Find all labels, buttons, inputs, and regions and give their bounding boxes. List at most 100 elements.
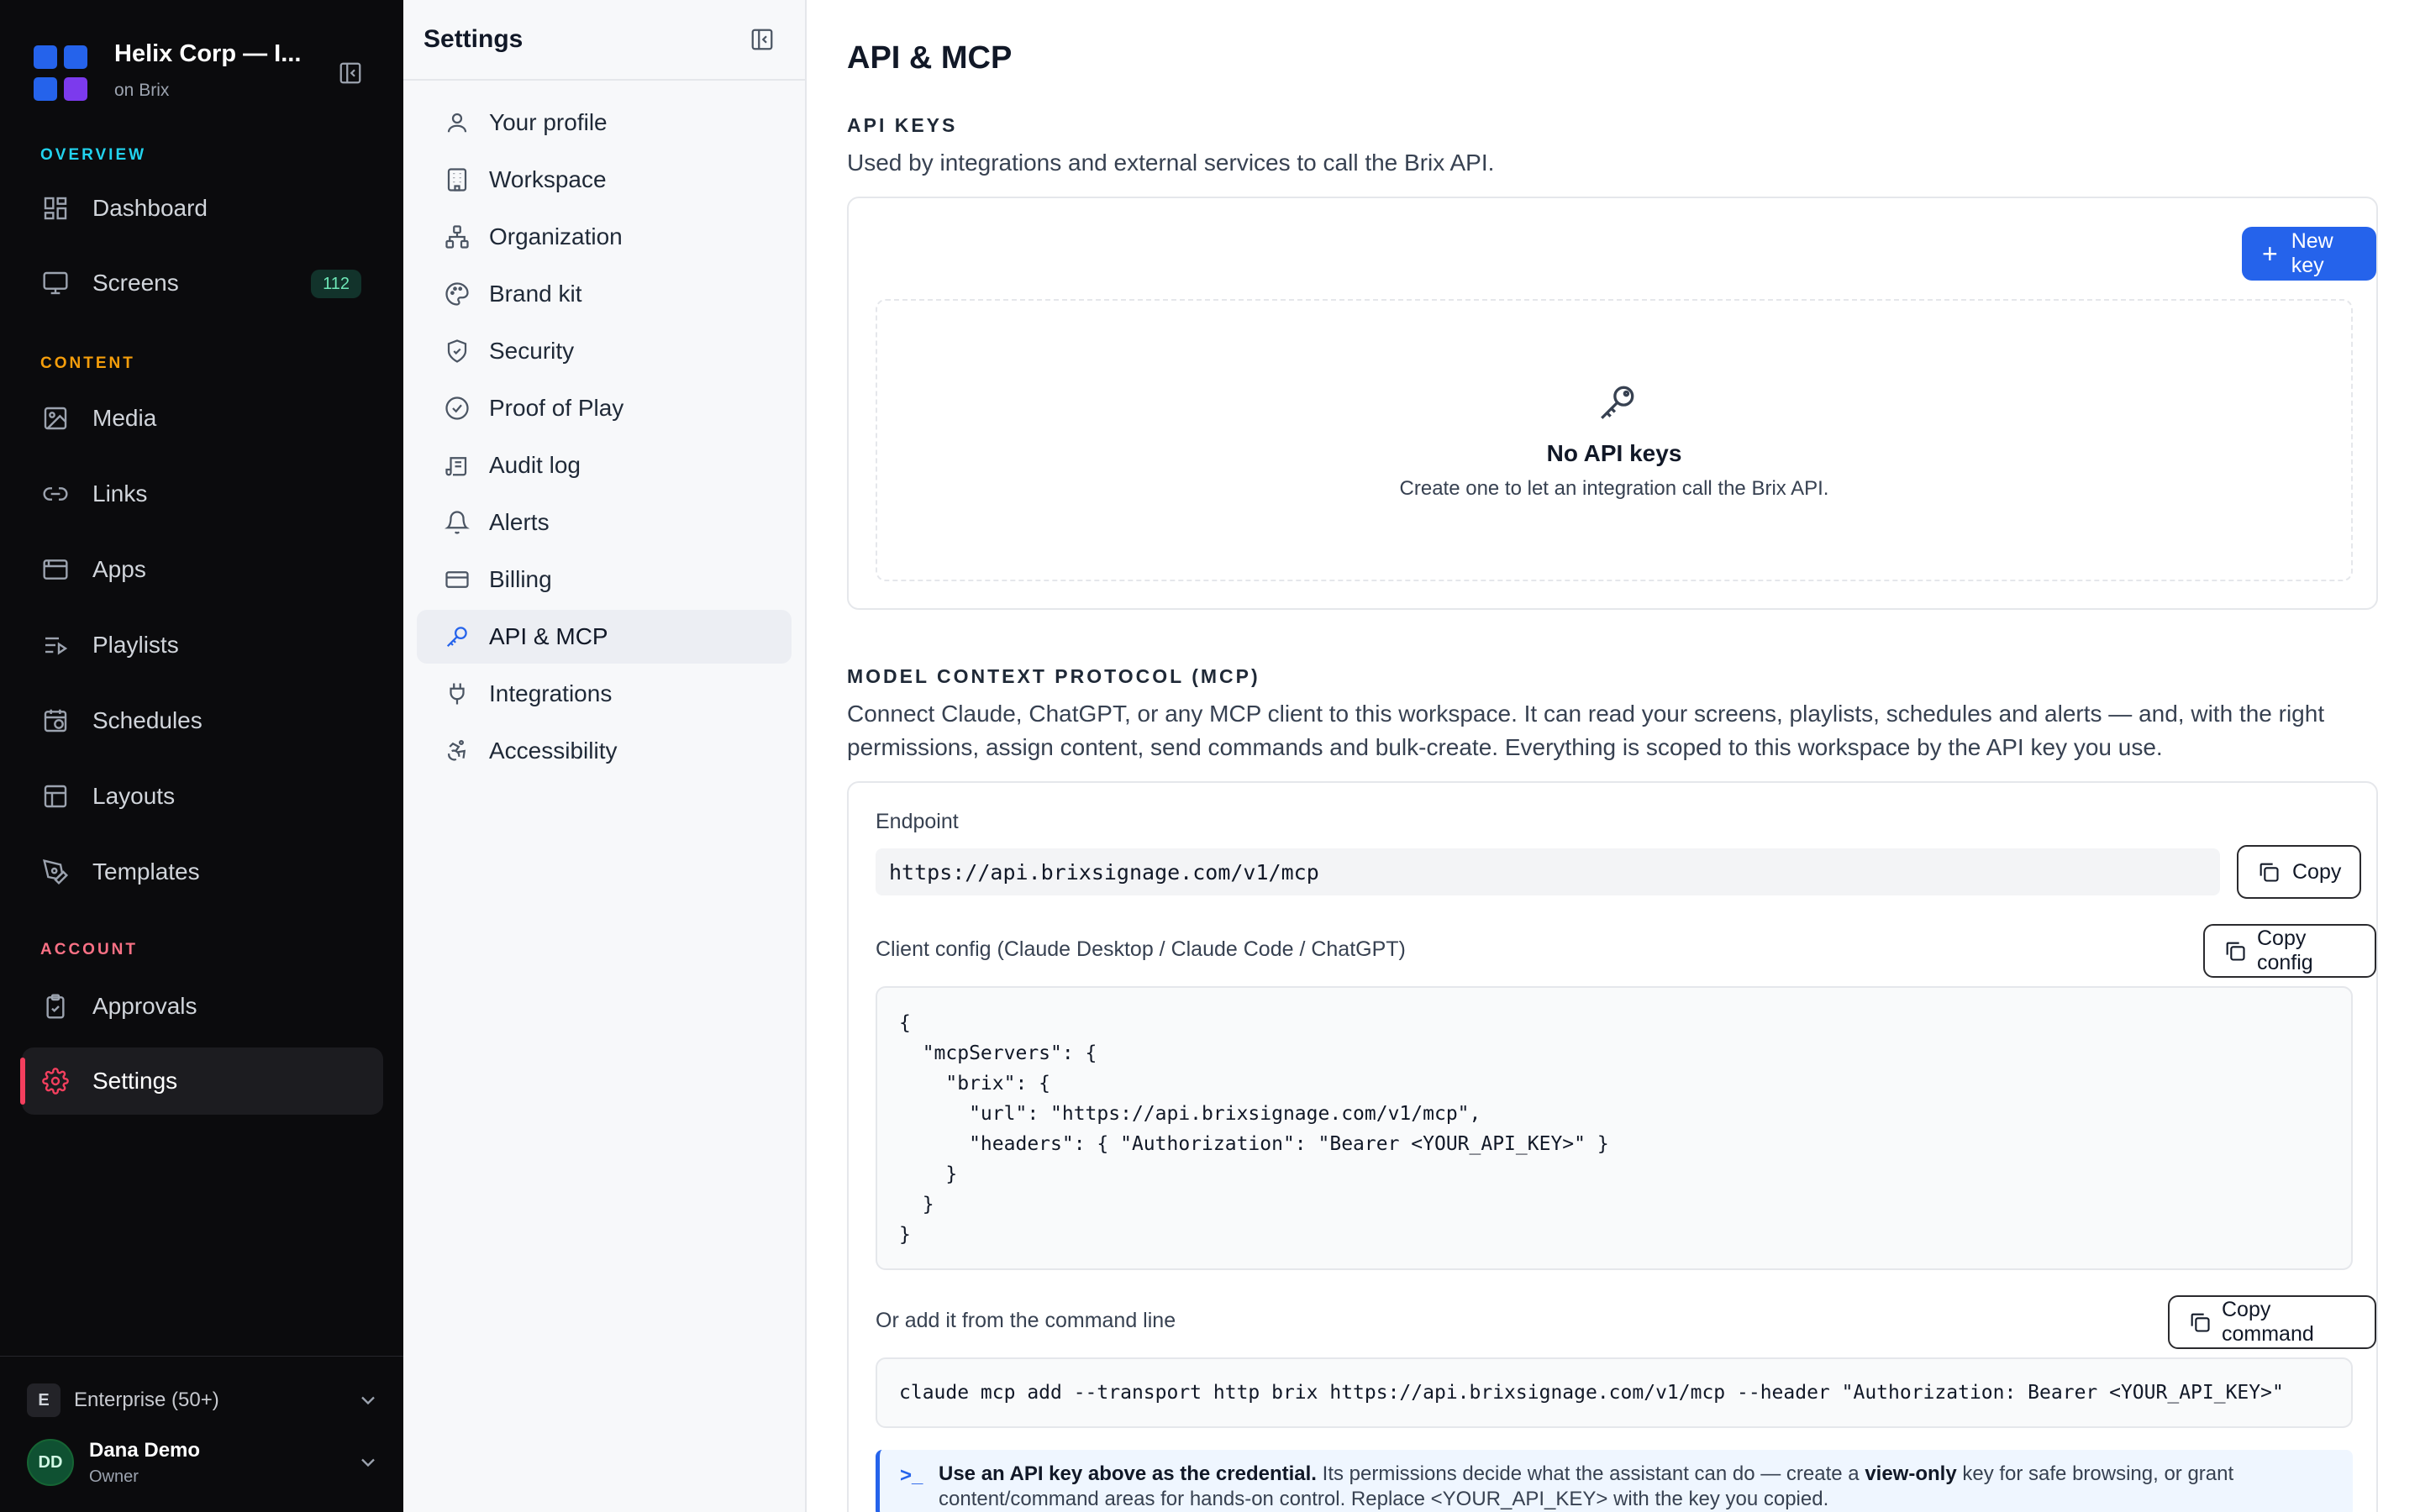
copy-config-label: Copy config xyxy=(2257,927,2313,974)
collapse-settings-icon[interactable] xyxy=(750,27,775,52)
nav-item-dashboard[interactable]: Dashboard xyxy=(22,175,383,242)
plug-icon xyxy=(444,680,471,707)
layout-icon xyxy=(40,781,71,811)
org-subtitle: on Brix xyxy=(114,81,170,100)
clipboard-check-icon xyxy=(40,991,71,1021)
nav-item-label: Approvals xyxy=(92,993,197,1019)
nav-item-label: Apps xyxy=(92,556,146,582)
settings-item-billing[interactable]: Billing xyxy=(417,553,792,606)
client-config-label: Client config (Claude Desktop / Claude C… xyxy=(876,937,1406,961)
collapse-sidebar-icon[interactable] xyxy=(338,60,363,86)
cli-label: Or add it from the command line xyxy=(876,1309,1176,1332)
nav-item-label: Layouts xyxy=(92,783,176,809)
dashboard-icon xyxy=(40,193,71,223)
settings-item-label: Alerts xyxy=(489,509,550,535)
client-config-code[interactable]: { "mcpServers": { "brix": { "url": "http… xyxy=(876,986,2353,1270)
settings-item-label: Billing xyxy=(489,566,552,592)
api-keys-card: + New key No API keys Create one to let … xyxy=(847,197,2378,610)
api-keys-heading: API KEYS xyxy=(847,114,958,136)
settings-item-workspace[interactable]: Workspace xyxy=(417,153,792,207)
copy-endpoint-button[interactable]: Copy xyxy=(2237,845,2362,899)
settings-item-your-profile[interactable]: Your profile xyxy=(417,96,792,150)
copy-icon xyxy=(2223,938,2247,963)
empty-state-subtitle: Create one to let an integration call th… xyxy=(1399,477,1829,500)
app-window-icon xyxy=(40,554,71,585)
settings-item-brand-kit[interactable]: Brand kit xyxy=(417,267,792,321)
link-icon xyxy=(40,479,71,509)
key-icon xyxy=(444,623,471,650)
settings-item-label: Workspace xyxy=(489,166,607,192)
credit-card-icon xyxy=(444,566,471,593)
nav-item-templates[interactable]: Templates xyxy=(22,838,383,906)
user-icon xyxy=(444,109,471,136)
settings-item-label: Accessibility xyxy=(489,738,618,764)
settings-item-proof-of-play[interactable]: Proof of Play xyxy=(417,381,792,435)
endpoint-field[interactable]: https://api.brixsignage.com/v1/mcp xyxy=(876,848,2220,895)
plan-switcher[interactable]: E Enterprise (50+) xyxy=(27,1382,380,1419)
nav-item-label: Settings xyxy=(92,1068,178,1094)
nav-item-media[interactable]: Media xyxy=(22,385,383,452)
copy-config-button[interactable]: Copy config xyxy=(2203,924,2376,978)
settings-item-label: Integrations xyxy=(489,680,613,706)
settings-item-security[interactable]: Security xyxy=(417,324,792,378)
chevron-down-icon xyxy=(356,1451,380,1474)
settings-item-audit-log[interactable]: Audit log xyxy=(417,438,792,492)
org-name: Helix Corp — I... xyxy=(114,40,302,67)
gear-icon xyxy=(40,1066,71,1096)
user-name: Dana Demo xyxy=(89,1439,201,1462)
copy-label: Copy xyxy=(2292,859,2342,884)
settings-item-label: Security xyxy=(489,338,575,364)
nav-item-approvals[interactable]: Approvals xyxy=(22,973,383,1040)
avatar: DD xyxy=(27,1439,74,1486)
cli-command-code[interactable]: claude mcp add --transport http brix htt… xyxy=(876,1357,2353,1428)
settings-item-label: Organization xyxy=(489,223,623,249)
main-content: API & MCP API KEYS Used by integrations … xyxy=(807,0,2420,1512)
api-keys-description: Used by integrations and external servic… xyxy=(847,150,1495,176)
section-content: CONTENT xyxy=(40,354,135,372)
settings-sidebar-header: Settings xyxy=(403,0,805,81)
copy-icon xyxy=(2257,859,2282,885)
bell-icon xyxy=(444,509,471,536)
scroll-icon xyxy=(444,452,471,479)
org-logo xyxy=(34,45,101,102)
empty-state-title: No API keys xyxy=(1546,440,1682,466)
settings-item-organization[interactable]: Organization xyxy=(417,210,792,264)
nav-item-settings[interactable]: Settings xyxy=(20,1047,383,1115)
settings-item-label: Audit log xyxy=(489,452,581,478)
nav-item-screens[interactable]: Screens 112 xyxy=(22,249,383,317)
org-switcher[interactable]: Helix Corp — I... on Brix xyxy=(34,37,370,106)
settings-item-label: Your profile xyxy=(489,109,608,135)
nav-item-label: Templates xyxy=(92,858,200,885)
user-menu[interactable]: DD Dana Demo Owner xyxy=(27,1439,380,1491)
mcp-description: Connect Claude, ChatGPT, or any MCP clie… xyxy=(847,701,2325,760)
user-role: Owner xyxy=(89,1467,139,1486)
settings-item-api-mcp[interactable]: API & MCP xyxy=(417,610,792,664)
nav-item-label: Media xyxy=(92,405,157,431)
note-bold: Use an API key above as the credential. xyxy=(939,1462,1317,1485)
new-key-label: New key xyxy=(2291,229,2333,277)
settings-item-integrations[interactable]: Integrations xyxy=(417,667,792,721)
nav-item-apps[interactable]: Apps xyxy=(22,536,383,603)
new-key-button[interactable]: + New key xyxy=(2242,227,2376,281)
nav-item-schedules[interactable]: Schedules xyxy=(22,687,383,754)
settings-item-accessibility[interactable]: Accessibility xyxy=(417,724,792,778)
accessibility-icon xyxy=(444,738,471,764)
copy-icon xyxy=(2188,1310,2212,1335)
org-chart-icon xyxy=(444,223,471,250)
section-overview: OVERVIEW xyxy=(40,146,147,164)
check-circle-icon xyxy=(444,395,471,422)
plan-name: Enterprise (50+) xyxy=(74,1389,219,1411)
nav-item-links[interactable]: Links xyxy=(22,460,383,528)
nav-item-playlists[interactable]: Playlists xyxy=(22,612,383,679)
settings-item-label: API & MCP xyxy=(489,623,608,649)
settings-item-alerts[interactable]: Alerts xyxy=(417,496,792,549)
settings-item-label: Brand kit xyxy=(489,281,582,307)
pen-tool-icon xyxy=(40,857,71,887)
copy-command-button[interactable]: Copy command xyxy=(2168,1295,2376,1349)
copy-command-label: Copy command xyxy=(2222,1298,2314,1346)
chevron-down-icon xyxy=(356,1389,380,1412)
section-account: ACCOUNT xyxy=(40,941,138,958)
nav-item-layouts[interactable]: Layouts xyxy=(22,763,383,830)
note-text: Its permissions decide what the assistan… xyxy=(1316,1462,1865,1485)
image-icon xyxy=(40,403,71,433)
